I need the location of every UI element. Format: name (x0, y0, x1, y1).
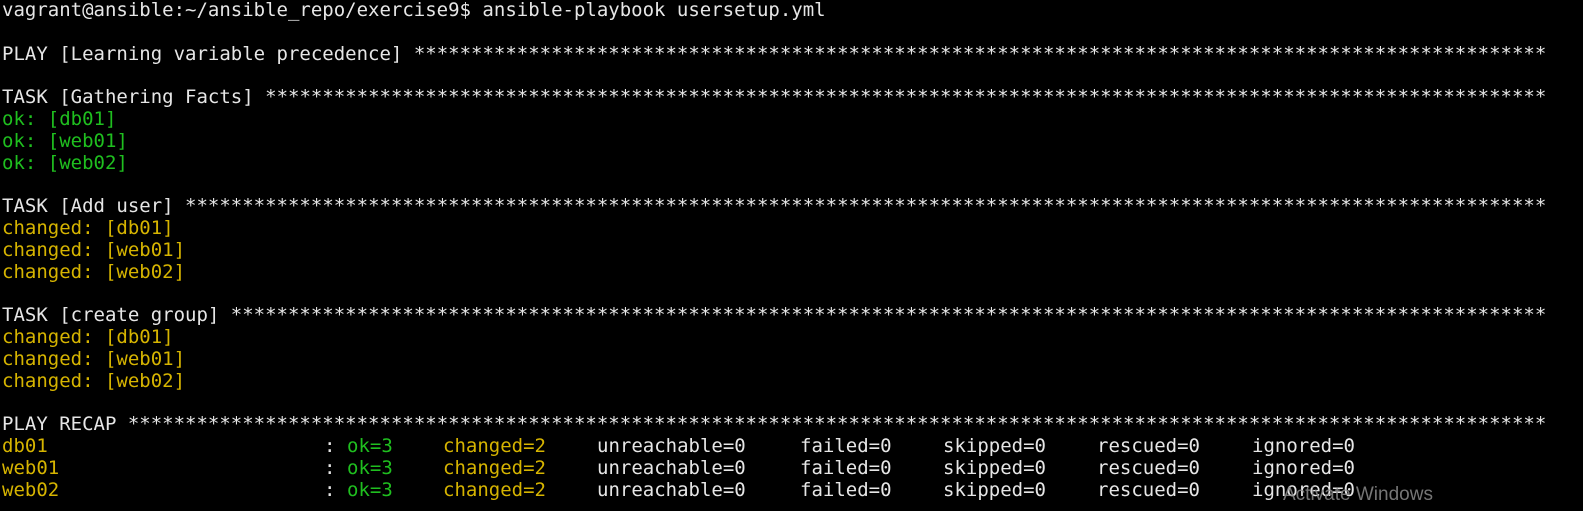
recap-header: PLAY RECAP (2, 414, 117, 436)
task-header: TASK [Add user] (2, 196, 174, 218)
recap-rescued: rescued=0 (1097, 435, 1200, 457)
stars-separator: ****************************************… (230, 305, 1547, 327)
stars-separator: ****************************************… (127, 414, 1547, 436)
recap-unreachable: unreachable=0 (597, 479, 746, 501)
recap-host: db01 (2, 435, 48, 457)
result-status: ok: (2, 152, 37, 174)
result-status: changed: (2, 217, 94, 239)
result-status: changed: (2, 261, 94, 283)
result-host: [web02] (104, 370, 186, 392)
recap-changed: changed=2 (443, 457, 546, 479)
play-header-line: PLAY [Learning variable precedence] ****… (2, 44, 1583, 66)
task-result-line: changed: [db01] (2, 327, 1583, 349)
recap-separator: : (324, 479, 336, 501)
task-result-line: changed: [web02] (2, 371, 1583, 393)
result-host: [web02] (47, 152, 128, 174)
result-host: [db01] (104, 217, 174, 239)
recap-skipped: skipped=0 (943, 435, 1046, 457)
activate-windows-watermark: Activate Windows (1283, 484, 1433, 505)
recap-row: db01: ok=3 changed=2 unreachable=0 failed=0 s… (2, 436, 1583, 458)
recap-ignored: ignored=0 (1252, 457, 1355, 479)
task-header-line: TASK [Add user] ************************… (2, 196, 1583, 218)
result-host: [db01] (47, 108, 117, 130)
result-status: ok: (2, 130, 37, 152)
recap-row: web01: ok=3 changed=2 unreachable=0 failed=0… (2, 458, 1583, 480)
recap-ok: ok=3 (347, 435, 393, 457)
command-prompt-line: vagrant@ansible:~/ansible_repo/exercise9… (2, 0, 826, 21)
recap-rescued: rescued=0 (1097, 479, 1200, 501)
result-host: [web01] (47, 130, 128, 152)
result-host: [db01] (104, 326, 174, 348)
recap-failed: failed=0 (800, 457, 892, 479)
stars-separator: ****************************************… (185, 196, 1547, 218)
recap-separator: : (324, 435, 336, 457)
recap-skipped: skipped=0 (943, 457, 1046, 479)
task-result-line: changed: [db01] (2, 218, 1583, 240)
stars-separator: ****************************************… (265, 87, 1547, 109)
recap-ok: ok=3 (347, 479, 393, 501)
task-result-line: changed: [web01] (2, 240, 1583, 262)
recap-rescued: rescued=0 (1097, 457, 1200, 479)
recap-ignored: ignored=0 (1252, 435, 1355, 457)
recap-unreachable: unreachable=0 (597, 435, 746, 457)
task-result-line: ok: [web01] (2, 131, 1583, 153)
recap-changed: changed=2 (443, 435, 546, 457)
task-result-line: ok: [web02] (2, 153, 1583, 175)
task-result-line: changed: [web02] (2, 262, 1583, 284)
recap-skipped: skipped=0 (943, 479, 1046, 501)
result-status: changed: (2, 348, 94, 370)
recap-failed: failed=0 (800, 479, 892, 501)
recap-host: web02 (2, 479, 60, 501)
recap-ok: ok=3 (347, 457, 393, 479)
recap-header-line: PLAY RECAP *****************************… (2, 414, 1583, 436)
task-header-line: TASK [Gathering Facts] *****************… (2, 87, 1583, 109)
result-status: changed: (2, 326, 94, 348)
result-host: [web01] (104, 239, 186, 261)
recap-separator: : (324, 457, 336, 479)
recap-changed: changed=2 (443, 479, 546, 501)
result-host: [web01] (104, 348, 186, 370)
result-status: changed: (2, 370, 94, 392)
task-header: TASK [Gathering Facts] (2, 87, 254, 109)
stars-separator: ****************************************… (413, 43, 1547, 65)
terminal-window[interactable]: vagrant@ansible:~/ansible_repo/exercise9… (2, 0, 1583, 511)
recap-unreachable: unreachable=0 (597, 457, 746, 479)
task-result-line: ok: [db01] (2, 109, 1583, 131)
recap-failed: failed=0 (800, 435, 892, 457)
result-status: ok: (2, 108, 37, 130)
task-result-line: changed: [web01] (2, 349, 1583, 371)
play-header: PLAY [Learning variable precedence] (2, 43, 403, 65)
task-header-line: TASK [create group] ********************… (2, 305, 1583, 327)
recap-host: web01 (2, 457, 60, 479)
result-status: changed: (2, 239, 94, 261)
task-header: TASK [create group] (2, 305, 220, 327)
result-host: [web02] (104, 261, 186, 283)
